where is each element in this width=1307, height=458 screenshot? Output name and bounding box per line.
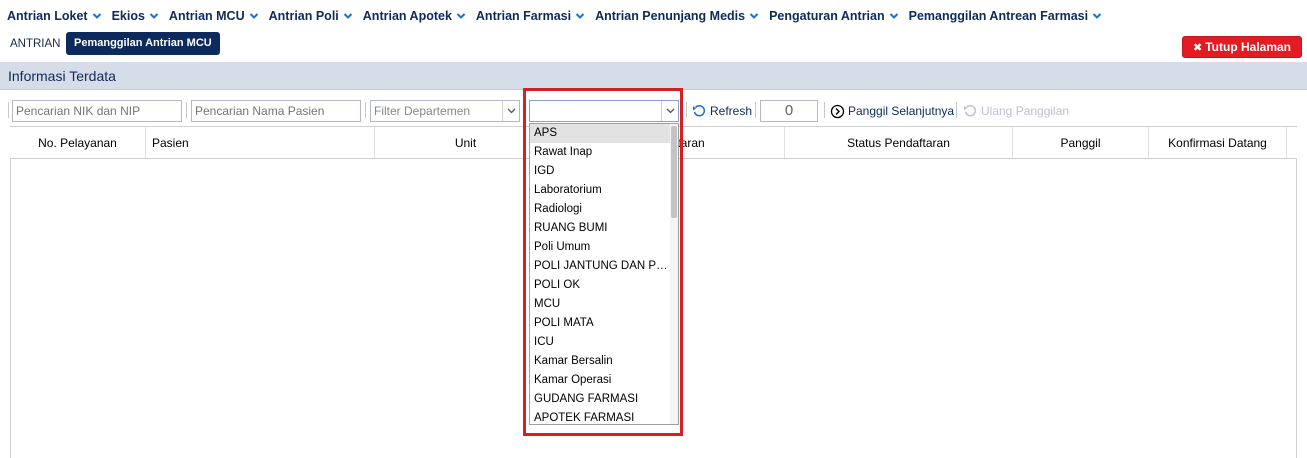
recall-button[interactable]: Ulang Panggilan: [963, 101, 1069, 121]
nav-label: Pengaturan Antrian: [769, 9, 885, 23]
column-header-no-pelayanan[interactable]: No. Pelayanan: [10, 127, 146, 158]
column-header-label: No. Pelayanan: [38, 135, 117, 150]
department-filter-placeholder: Filter Departemen: [374, 104, 471, 118]
column-header-label: Pasien: [152, 135, 189, 150]
nav-label: Antrian Penunjang Medis: [595, 9, 746, 23]
nav-pemanggilan-antrean-farmasi[interactable]: Pemanggilan Antrean Farmasi: [909, 9, 1102, 23]
chevron-down-icon: [889, 13, 898, 19]
nav-pengaturan-antrian[interactable]: Pengaturan Antrian: [769, 9, 899, 23]
nav-label: Pemanggilan Antrean Farmasi: [908, 9, 1089, 23]
nav-label: Antrian Farmasi: [475, 9, 572, 23]
search-nik-input[interactable]: [12, 100, 182, 122]
panel-header: Informasi Terdata: [0, 62, 1307, 90]
chevron-down-icon: [149, 13, 159, 19]
top-navigation: Antrian Loket Ekios Antrian MCU Antrian …: [0, 0, 1307, 32]
search-patient-name-input[interactable]: [191, 100, 361, 122]
refresh-icon: [693, 105, 706, 117]
call-next-button[interactable]: Panggil Selanjutnya: [830, 101, 954, 121]
toolbar-separator: [956, 102, 957, 118]
column-header-label: Unit: [454, 135, 477, 150]
nav-label: Ekios: [111, 9, 145, 23]
column-header-konfirmasi-datang[interactable]: Konfirmasi Datang: [1149, 127, 1287, 158]
circle-arrow-right-icon: [830, 104, 845, 118]
column-header-pasien[interactable]: Pasien: [146, 127, 375, 158]
toolbar-separator: [186, 102, 187, 118]
call-next-label: Panggil Selanjutnya: [848, 104, 955, 118]
chevron-down-icon: [749, 13, 759, 19]
chevron-down-icon: [1092, 13, 1102, 19]
close-page-label: Tutup Halaman: [1205, 40, 1291, 54]
toolbar-separator: [8, 102, 9, 118]
chevron-down-icon: [456, 13, 466, 19]
nav-antrian-apotek[interactable]: Antrian Apotek: [363, 9, 466, 23]
column-header-label: Konfirmasi Datang: [1168, 135, 1267, 150]
nav-antrian-penunjang-medis[interactable]: Antrian Penunjang Medis: [595, 9, 759, 23]
column-header-label: Panggil: [1060, 135, 1101, 150]
toolbar-separator: [824, 102, 825, 118]
column-header-status-pendaftaran[interactable]: Status Pendaftaran: [785, 127, 1013, 158]
refresh-label: Refresh: [710, 104, 753, 118]
close-page-button[interactable]: ✖ Tutup Halaman: [1182, 36, 1302, 58]
nav-ekios[interactable]: Ekios: [112, 9, 159, 23]
highlight-box: [523, 88, 683, 436]
chevron-down-icon: [575, 13, 585, 19]
refresh-button[interactable]: Refresh: [692, 101, 752, 121]
nav-label: Antrian Apotek: [362, 9, 452, 23]
chevron-down-icon: [92, 13, 101, 19]
sub-navigation: ANTRIAN Pemanggilan Antrian MCU ✖ Tutup …: [0, 32, 1307, 60]
chevron-down-icon: [249, 13, 258, 19]
department-filter-select[interactable]: Filter Departemen: [370, 100, 520, 122]
nav-antrian-loket[interactable]: Antrian Loket: [7, 9, 102, 23]
nav-antrian-mcu[interactable]: Antrian MCU: [169, 9, 259, 23]
toolbar-separator: [755, 102, 756, 118]
column-header-panggil[interactable]: Panggil: [1013, 127, 1149, 158]
column-header-label: Status Pendaftaran: [847, 135, 950, 150]
combo-trigger[interactable]: [502, 101, 519, 121]
tab-antrian[interactable]: ANTRIAN: [10, 38, 60, 50]
tab-pemanggilan-antrian-mcu[interactable]: Pemanggilan Antrian MCU: [66, 32, 220, 55]
nav-label: Antrian Poli: [268, 9, 339, 23]
queue-counter[interactable]: 0: [760, 100, 818, 122]
close-icon: ✖: [1193, 41, 1203, 54]
panel-title: Informasi Terdata: [8, 67, 116, 84]
nav-label: Antrian MCU: [168, 9, 245, 23]
toolbar-separator: [365, 102, 366, 118]
refresh-icon: [964, 105, 977, 117]
recall-label: Ulang Panggilan: [981, 104, 1070, 118]
chevron-down-icon: [343, 13, 352, 19]
nav-antrian-farmasi[interactable]: Antrian Farmasi: [476, 9, 585, 23]
toolbar-separator: [686, 102, 687, 118]
nav-antrian-poli[interactable]: Antrian Poli: [269, 9, 353, 23]
chevron-down-icon: [507, 108, 515, 114]
nav-label: Antrian Loket: [7, 9, 88, 23]
